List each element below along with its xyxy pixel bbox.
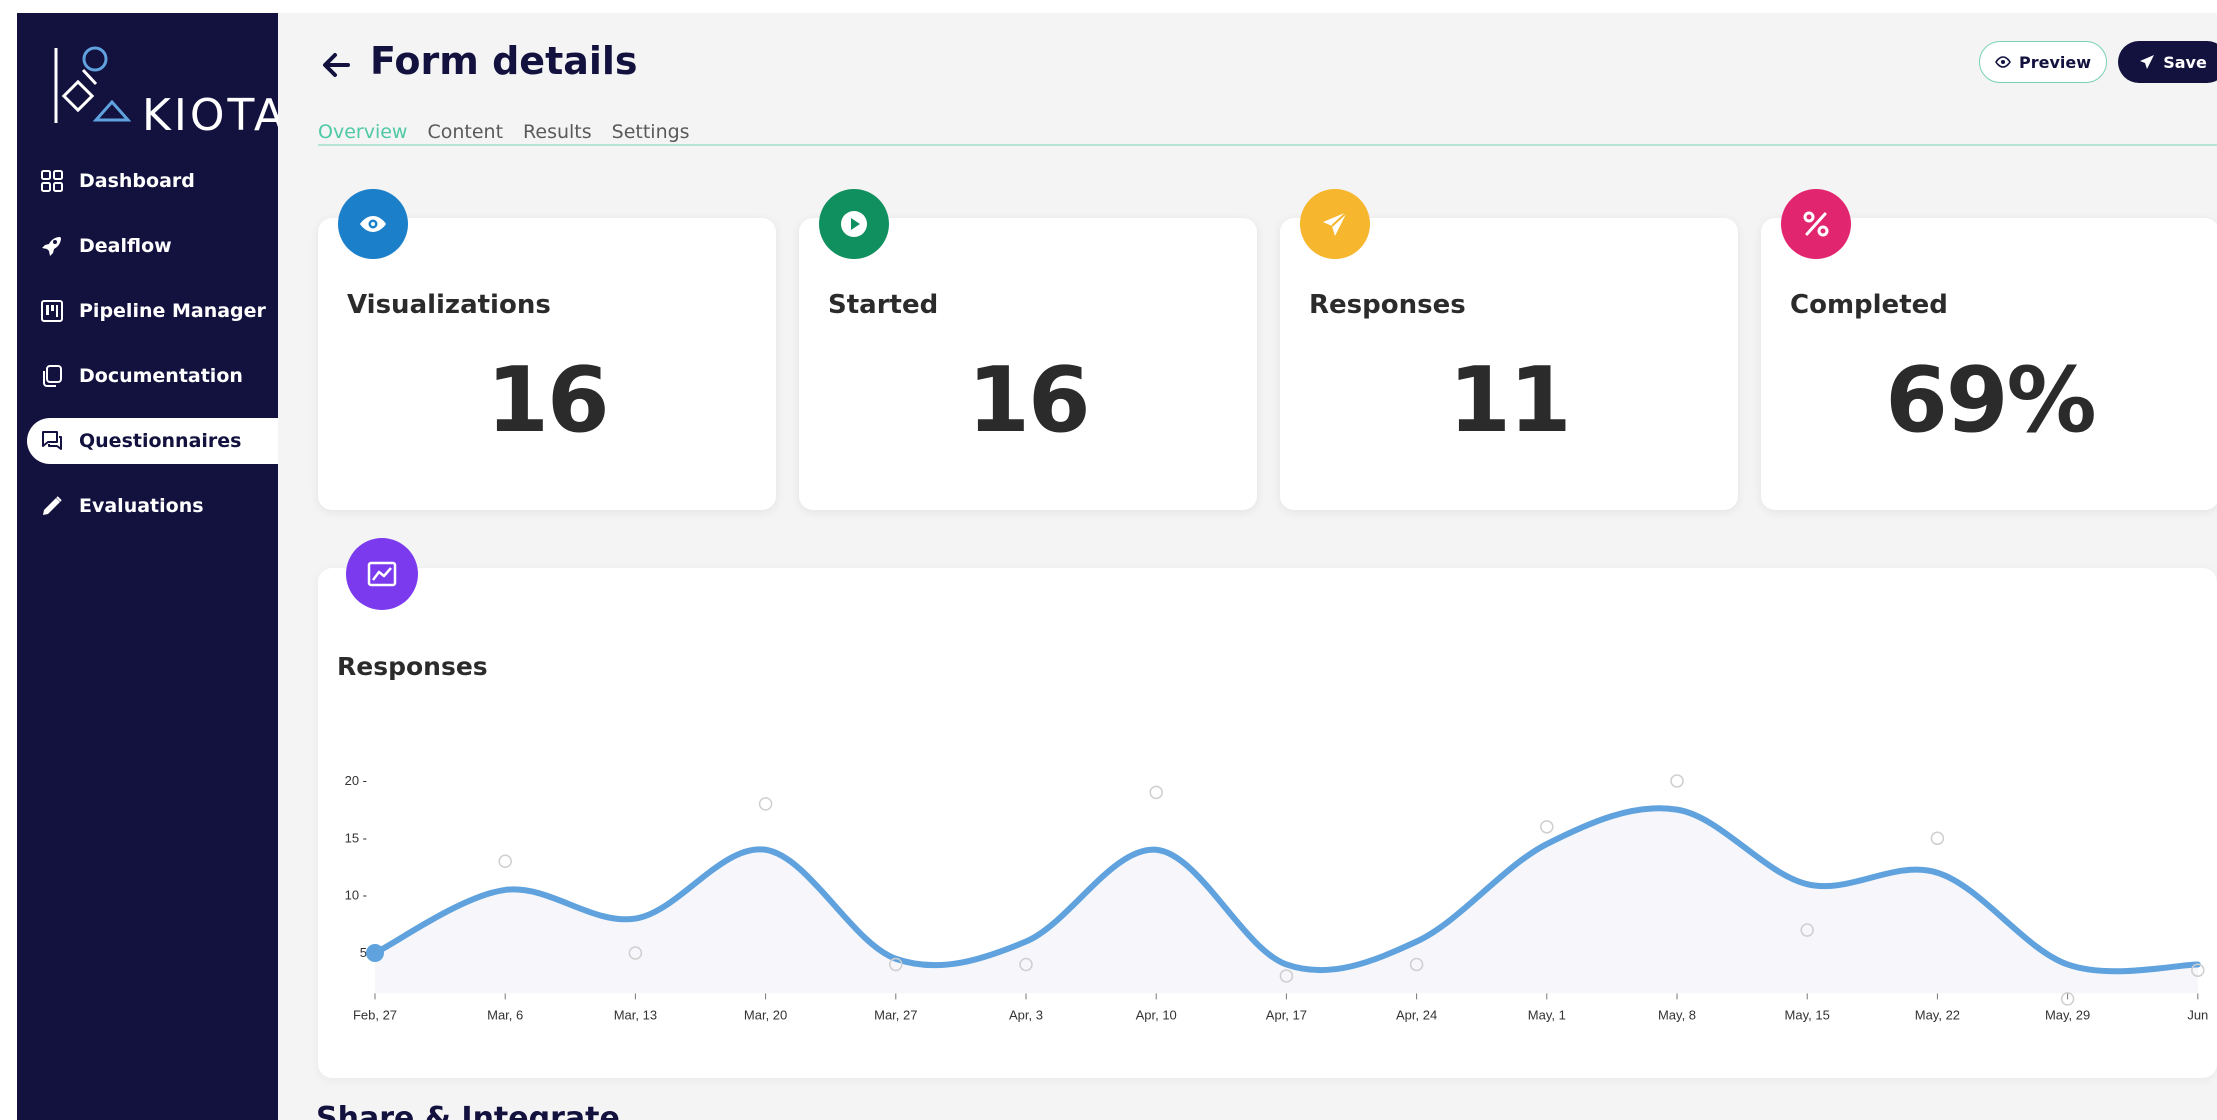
pencil-icon: [39, 493, 65, 519]
preview-button-label: Preview: [2018, 52, 2091, 72]
send-icon: [1300, 189, 1370, 259]
stat-card-visualizations: Visualizations 16: [318, 218, 776, 510]
stat-card-value: 69%: [1885, 348, 2096, 453]
x-tick-label: Apr, 10: [1136, 1007, 1177, 1022]
x-tick-label: Jun: [2187, 1007, 2208, 1022]
x-tick-label: Mar, 27: [874, 1007, 917, 1022]
stat-card-value: 11: [1448, 348, 1571, 453]
sidebar: KIOTA Dashboard Dealflow Pipeline Manage…: [17, 13, 284, 1120]
responses-line-chart[interactable]: 5 10 - 15 - 20 - Feb, 27 Mar, 6 Mar, 13 Mar, 20…: [318, 568, 2217, 1078]
data-point: [498, 854, 512, 868]
sidebar-item-evaluations[interactable]: Evaluations: [27, 483, 278, 529]
eye-icon: [338, 189, 408, 259]
data-point: [1930, 831, 1945, 846]
stat-card-value: 16: [486, 348, 609, 453]
send-icon: [2140, 55, 2155, 69]
stat-card-started: Started 16: [799, 218, 1257, 510]
sidebar-item-dealflow[interactable]: Dealflow: [27, 223, 278, 269]
x-tick-label: Mar, 6: [487, 1007, 523, 1022]
stat-card-title: Responses: [1309, 290, 1466, 320]
sidebar-item-dashboard[interactable]: Dashboard: [27, 158, 278, 204]
highlighted-point: [366, 944, 384, 962]
x-tick-label: May, 8: [1658, 1007, 1696, 1022]
tab-settings[interactable]: Settings: [612, 121, 690, 143]
stat-card-title: Visualizations: [347, 290, 551, 320]
y-tick-label: 20 -: [345, 773, 367, 788]
tab-overview[interactable]: Overview: [318, 121, 407, 143]
chart-line-icon: [346, 538, 418, 610]
sidebar-item-label: Pipeline Manager: [79, 300, 266, 322]
stat-card-responses: Responses 11: [1280, 218, 1738, 510]
sidebar-item-label: Questionnaires: [79, 430, 242, 452]
sidebar-item-label: Dealflow: [79, 235, 172, 257]
tab-content[interactable]: Content: [427, 121, 503, 143]
stat-card-value: 16: [967, 348, 1090, 453]
data-point: [758, 797, 773, 811]
y-tick-label: 15 -: [345, 830, 367, 845]
x-tick-label: May, 15: [1785, 1007, 1830, 1022]
stat-card-title: Started: [828, 290, 939, 320]
kiota-logo[interactable]: KIOTA: [36, 28, 284, 141]
x-tick-label: May, 29: [2045, 1007, 2090, 1022]
stat-card-title: Completed: [1790, 290, 1948, 320]
sidebar-item-documentation[interactable]: Documentation: [27, 353, 278, 399]
tab-bar: Overview Content Results Settings: [318, 121, 710, 143]
x-tick-label: Feb, 27: [353, 1007, 397, 1022]
preview-button[interactable]: Preview: [1979, 41, 2107, 83]
tab-results[interactable]: Results: [523, 121, 592, 143]
save-button-label: Save: [2163, 52, 2207, 72]
data-point: [1670, 774, 1684, 788]
x-tick-label: May, 1: [1528, 1007, 1566, 1022]
main-content: Form details Preview Save Overview Conte…: [278, 13, 2217, 1120]
save-button[interactable]: Save: [2118, 41, 2217, 83]
stat-card-completed: Completed 69%: [1761, 218, 2217, 510]
sidebar-item-label: Evaluations: [79, 495, 204, 517]
y-tick-label: 5: [360, 945, 367, 960]
data-point: [1540, 820, 1554, 834]
responses-chart-card: Responses 5 10 -15 -20 - Feb, 27 Mar, 6 Mar,…: [318, 568, 2217, 1078]
rocket-icon: [39, 233, 65, 259]
logo-text: KIOTA: [142, 90, 288, 141]
sidebar-item-label: Documentation: [79, 365, 243, 387]
x-tick-label: Mar, 20: [744, 1007, 787, 1022]
kanban-icon: [39, 298, 65, 324]
back-arrow-icon[interactable]: [318, 47, 354, 83]
x-tick-label: Apr, 17: [1266, 1007, 1307, 1022]
eye-icon: [1995, 56, 2011, 68]
grid-icon: [39, 168, 65, 194]
share-integrate-title: Share & Integrate: [316, 1101, 620, 1120]
chat-icon: [39, 428, 65, 454]
data-point: [1149, 785, 1163, 800]
percent-icon: [1781, 189, 1851, 259]
tab-underline: [318, 144, 2217, 146]
page-title: Form details: [370, 39, 638, 83]
x-tick-label: Apr, 3: [1009, 1007, 1043, 1022]
copy-icon: [39, 363, 65, 389]
play-icon: [819, 189, 889, 259]
x-tick-label: Apr, 24: [1396, 1007, 1437, 1022]
y-tick-label: 10 -: [345, 888, 367, 903]
sidebar-item-questionnaires[interactable]: Questionnaires: [27, 418, 278, 464]
sidebar-item-pipeline-manager[interactable]: Pipeline Manager: [27, 288, 278, 334]
x-tick-label: Mar, 13: [614, 1007, 657, 1022]
x-tick-label: May, 22: [1915, 1007, 1960, 1022]
sidebar-item-label: Dashboard: [79, 170, 195, 192]
